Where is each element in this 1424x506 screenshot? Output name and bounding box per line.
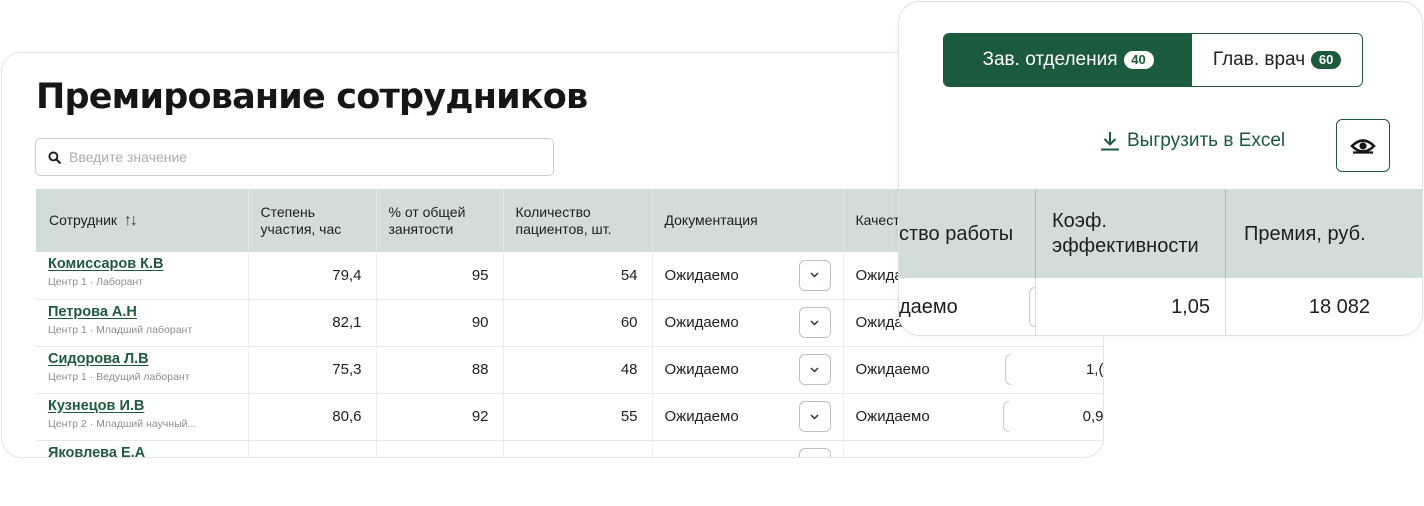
documentation-value: Ожидаемо [664,361,739,378]
coef-value: 0,9 [1082,408,1104,425]
quality-dropdown-button[interactable] [1004,354,1011,385]
column-header-employment: % от общей занятости [376,189,504,252]
documentation-dropdown-button[interactable] [798,448,831,457]
zoom-panel: Зав. отделения 40 Глав. врач 60 Выгрузит… [898,1,1423,336]
employee-link[interactable]: Яковлева Е.А [48,444,145,458]
zoomed-table-row: даемо 1,05 18 082 [899,278,1422,335]
coef-value: 1,( [1085,361,1104,378]
employee-role: Центр 1 · Младший лаборант [48,323,193,336]
tab-label: Зав. отделения [982,49,1118,70]
employee-cell: Кузнецов И.В Центр 2 · Младший научный..… [36,393,249,441]
participation-cell: 75,3 [248,346,377,394]
employment-cell [376,440,504,457]
count-badge: 40 [1123,51,1154,69]
documentation-cell: Ожидаемо [652,346,844,394]
documentation-dropdown-button[interactable] [798,354,831,385]
documentation-dropdown-button[interactable] [798,259,831,291]
column-header-coef: Коэф. эффективности [1052,209,1199,257]
patients-cell: 54 [503,252,653,300]
count-badge: 60 [1311,51,1342,69]
column-header-employee[interactable]: Сотрудник ↑↓ [36,189,249,252]
employee-cell: Сидорова Л.В Центр 1 · Ведущий лаборант [36,346,249,394]
sort-icon[interactable]: ↑↓ [124,212,138,229]
chevron-down-icon [810,413,819,420]
zoomed-table-header: ство работы Коэф. эффективности Премия, … [899,189,1422,278]
employee-link[interactable]: Петрова А.Н [48,303,137,321]
documentation-value: Ожидаемо [664,408,739,425]
documentation-dropdown-button[interactable] [798,307,831,338]
download-icon [1101,132,1119,151]
tab-label: Глав. врач [1212,49,1306,70]
column-header-label: Сотрудник [49,212,118,228]
eye-icon [1350,138,1376,154]
patients-cell: 55 [503,393,653,441]
employee-cell: Яковлева Е.А [36,440,249,458]
tab-chief-doctor[interactable]: Глав. врач 60 [1192,34,1362,86]
table-row: Сидорова Л.В Центр 1 · Ведущий лаборант … [36,346,1104,394]
employment-cell: 88 [376,346,504,394]
role-switcher: Зав. отделения 40 Глав. врач 60 [943,33,1363,87]
quality-cell: Ожидаемо 1,( [843,346,1104,394]
employee-link[interactable]: Кузнецов И.В [48,397,144,415]
visibility-toggle-button[interactable] [1336,119,1390,172]
search-box[interactable] [35,138,554,176]
page-title: Премирование сотрудников [36,77,588,117]
column-header-bonus: Премия, руб. [1244,222,1366,245]
table-row: Кузнецов И.В Центр 2 · Младший научный..… [36,393,1104,441]
patients-cell [503,440,653,457]
employee-role: Центр 2 · Младший научный... [48,417,197,430]
tab-department-head[interactable]: Зав. отделения 40 [944,34,1192,86]
employee-link[interactable]: Сидорова Л.В [48,350,149,368]
participation-cell: 79,4 [248,252,377,300]
export-excel-button[interactable]: Выгрузить в Excel [1099,130,1285,152]
bonus-value: 18 082 [1308,296,1370,318]
column-header-documentation: Документация [652,189,844,252]
column-divider [1035,189,1036,278]
participation-cell: 82,1 [248,299,377,347]
chevron-down-icon [810,319,819,326]
employee-role: Центр 1 · Лаборант [48,276,144,288]
employment-cell: 95 [376,252,504,300]
table-row: Яковлева Е.А [36,440,1103,458]
documentation-cell: Ожидаемо [652,299,844,347]
search-icon [48,150,61,164]
column-header-patients: Количество пациентов, шт. [503,189,653,252]
documentation-value: Ожидаемо [664,314,739,331]
patients-cell: 60 [503,299,653,347]
documentation-cell: Ожидаемо [652,252,844,300]
quality-value: Ожидаемо [855,408,930,425]
column-divider [1225,189,1226,278]
employee-link[interactable]: Комиссаров К.В [48,255,164,273]
export-label: Выгрузить в Excel [1127,130,1286,151]
participation-cell: 80,6 [248,393,377,441]
column-header-participation: Степень участия, час [248,189,377,252]
employment-cell: 92 [376,393,504,441]
quality-dropdown-button[interactable] [1003,401,1010,432]
coef-value: 1,05 [1171,296,1210,318]
employment-cell: 90 [376,299,504,347]
chevron-down-icon [810,272,819,278]
search-input[interactable] [69,149,529,165]
employee-role: Центр 1 · Ведущий лаборант [48,370,190,383]
documentation-cell: Ожидаемо [652,393,844,441]
documentation-cell [652,440,844,457]
quality-cell: Ожидаемо 0,9 [843,393,1104,441]
quality-value-partial: даемо [899,296,958,318]
column-header-quality-partial: ство работы [899,222,1014,245]
patients-cell: 48 [503,346,653,394]
documentation-value: Ожидаемо [664,266,739,284]
quality-value: Ожидаемо [855,361,930,378]
quality-cell [843,440,1103,457]
participation-cell [248,440,377,457]
employee-cell: Петрова А.Н Центр 1 · Младший лаборант [36,299,249,347]
chevron-down-icon [810,366,819,373]
documentation-dropdown-button[interactable] [798,401,831,432]
employee-cell: Комиссаров К.В Центр 1 · Лаборант [36,252,249,300]
